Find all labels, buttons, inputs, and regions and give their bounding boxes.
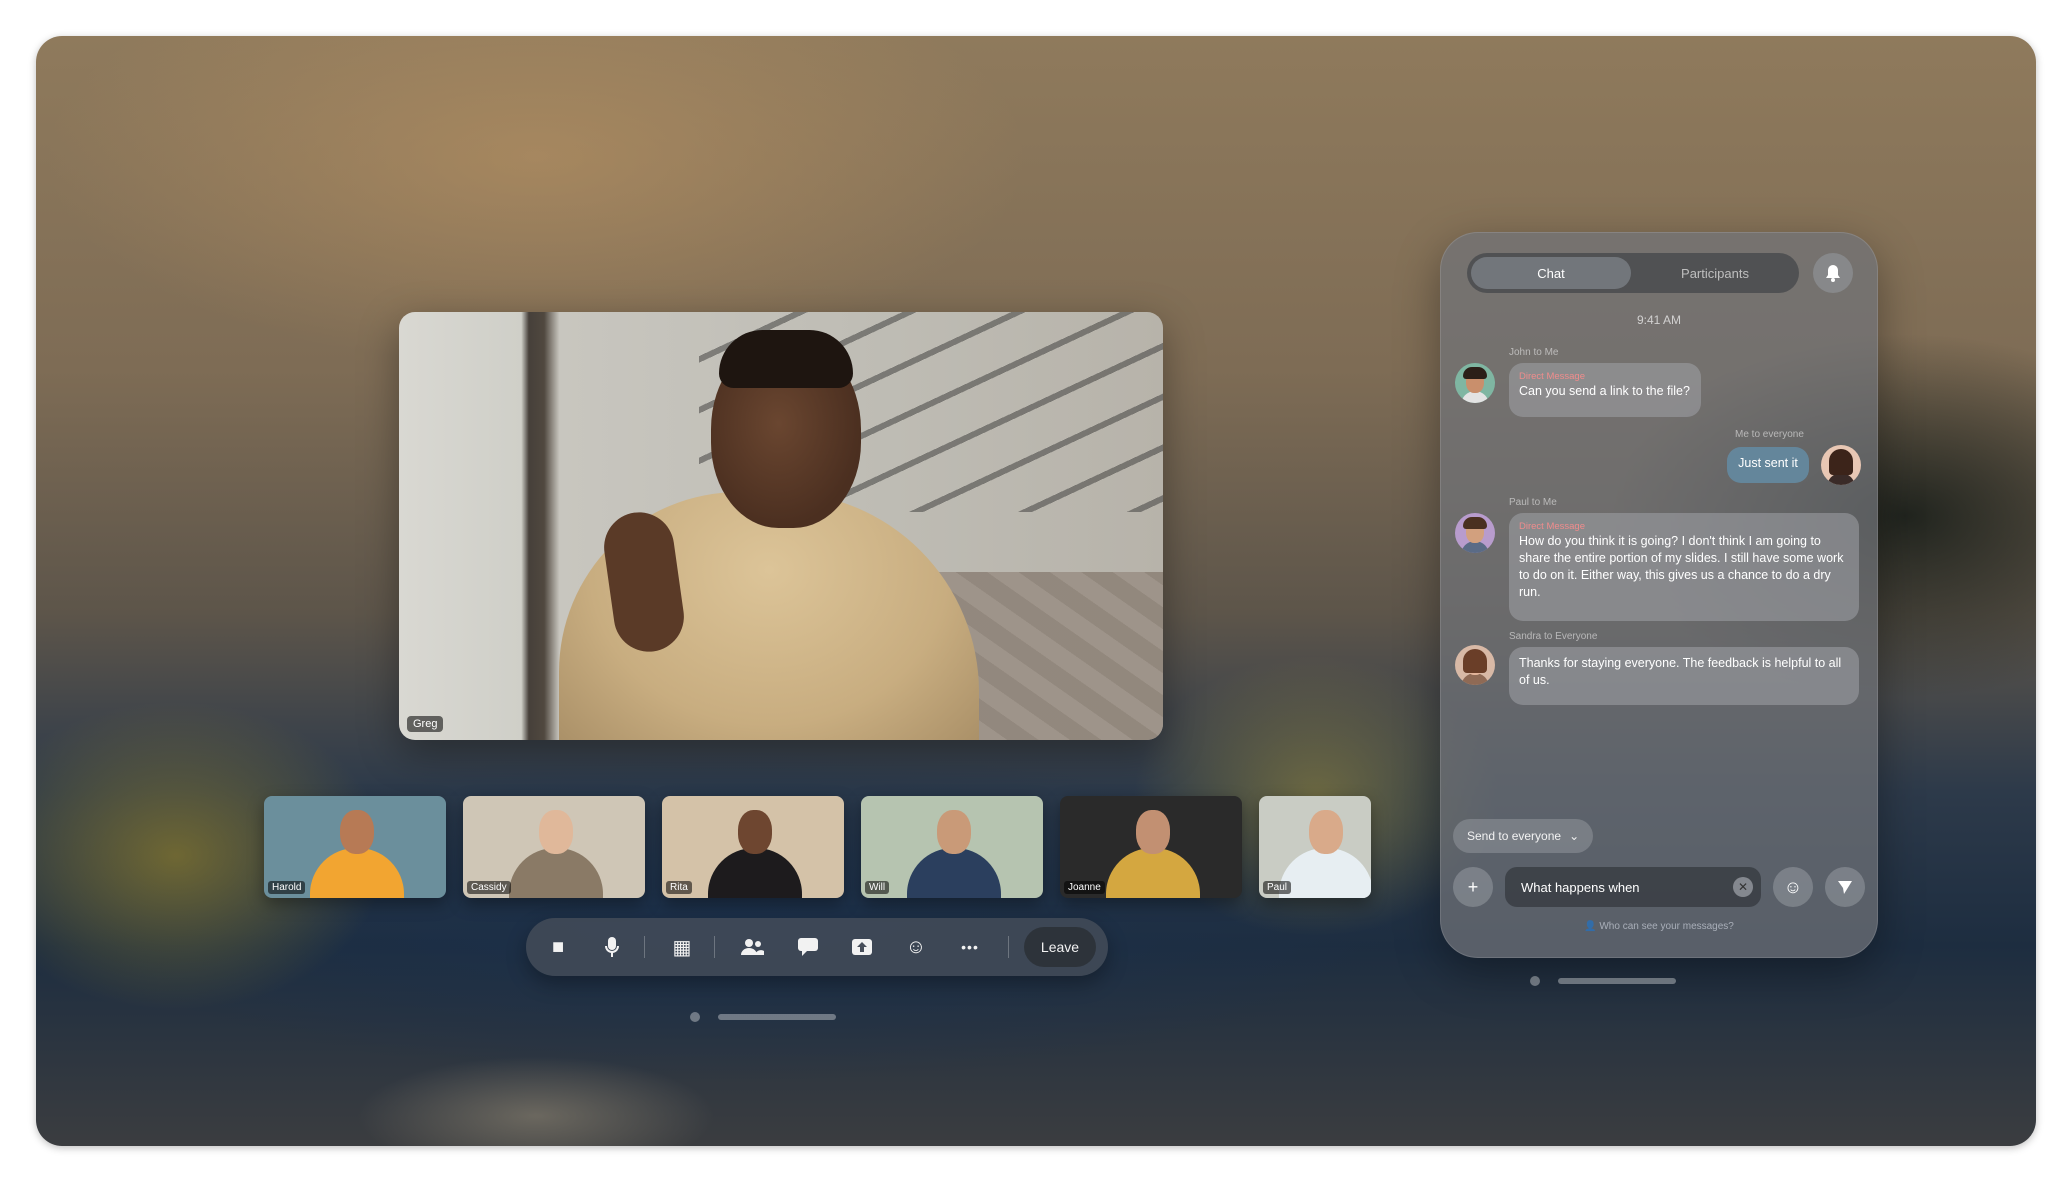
add-attachment-button[interactable]: +: [1453, 867, 1493, 907]
message-text: Can you send a link to the file?: [1519, 384, 1690, 398]
window-close-dot[interactable]: [1530, 976, 1540, 986]
active-speaker-video[interactable]: Greg: [399, 312, 1163, 740]
people-icon-svg: [741, 939, 764, 955]
emoji-reaction-icon[interactable]: ☺: [896, 927, 936, 967]
participant-face: [340, 810, 374, 854]
participant-torso: [310, 848, 404, 898]
participant-torso: [1279, 848, 1371, 898]
participant-face: [738, 810, 772, 854]
person-icon: 👤: [1584, 921, 1597, 932]
send-button[interactable]: [1825, 867, 1865, 907]
tab-chat[interactable]: Chat: [1471, 257, 1631, 289]
participant-torso: [907, 848, 1001, 898]
message-sender: Me to everyone: [1735, 429, 1804, 440]
chat-panel: Chat Participants 9:41 AM John to Me Dir…: [1440, 232, 1878, 958]
more-icon[interactable]: •••: [950, 927, 990, 967]
participant-name: Harold: [268, 881, 306, 894]
clear-input-button[interactable]: ✕: [1733, 877, 1753, 897]
message-sender: Sandra to Everyone: [1509, 631, 1598, 642]
spatial-environment: Greg Harold Cassidy Rita Will Joanne Pau…: [36, 36, 2036, 1146]
participant-torso: [708, 848, 802, 898]
participant-face: [539, 810, 573, 854]
avatar: [1821, 445, 1861, 485]
bell-icon-svg: [1826, 265, 1840, 282]
participant-face: [1136, 810, 1170, 854]
send-icon: [1838, 881, 1852, 894]
toolbar-divider: [1008, 936, 1009, 958]
privacy-text: Who can see your messages?: [1599, 921, 1734, 932]
avatar: [1455, 513, 1495, 553]
toolbar-divider: [714, 936, 715, 958]
toolbar-divider: [644, 936, 645, 958]
avatar-hair: [1463, 367, 1487, 379]
speaker-hair: [719, 330, 853, 388]
window-close-dot[interactable]: [690, 1012, 700, 1022]
participant-tile[interactable]: Cassidy: [463, 796, 645, 898]
call-controls-toolbar: ■ ▦ ☺ ••• Leave: [526, 918, 1108, 976]
chat-bubble-icon-svg: [798, 938, 818, 956]
message-bubble[interactable]: Direct Message Can you send a link to th…: [1509, 363, 1701, 417]
send-to-dropdown[interactable]: Send to everyone ⌄: [1453, 819, 1594, 853]
participant-face: [937, 810, 971, 854]
participant-tile[interactable]: Will: [861, 796, 1043, 898]
participant-name: Joanne: [1064, 881, 1105, 894]
microphone-icon[interactable]: [592, 927, 632, 967]
avatar: [1455, 363, 1495, 403]
participant-tile[interactable]: Rita: [662, 796, 844, 898]
clapper-icon[interactable]: ▦: [662, 927, 702, 967]
share-screen-icon-svg: [852, 939, 872, 955]
participant-tile[interactable]: Harold: [264, 796, 446, 898]
participant-name: Will: [865, 881, 890, 894]
chat-bubble-icon[interactable]: [788, 927, 828, 967]
emoji-icon: ☺: [1783, 876, 1803, 897]
message-input[interactable]: [1521, 867, 1725, 907]
chat-tab-switcher: Chat Participants: [1467, 253, 1799, 293]
chevron-down-icon: ⌄: [1569, 829, 1580, 843]
message-sender: Paul to Me: [1509, 497, 1557, 508]
message-input-container: ✕: [1505, 867, 1761, 907]
message-text: Thanks for staying everyone. The feedbac…: [1519, 656, 1842, 687]
avatar: [1455, 645, 1495, 685]
tab-participants[interactable]: Participants: [1635, 257, 1795, 289]
emoji-button[interactable]: ☺: [1773, 867, 1813, 907]
speaker-name-tag: Greg: [407, 716, 444, 732]
direct-message-label: Direct Message: [1519, 521, 1585, 532]
chat-timestamp: 9:41 AM: [1636, 313, 1682, 327]
video-camera-icon[interactable]: ■: [538, 927, 578, 967]
participant-tile[interactable]: Paul: [1259, 796, 1371, 898]
message-text: Just sent it: [1738, 456, 1798, 470]
participant-name: Paul: [1263, 881, 1292, 894]
message-bubble-mine[interactable]: Just sent it: [1727, 447, 1809, 483]
participant-name: Rita: [666, 881, 692, 894]
window-move-bar[interactable]: [718, 1014, 836, 1020]
participant-face: [1309, 810, 1343, 854]
avatar-hair: [1829, 449, 1853, 475]
share-screen-icon[interactable]: [842, 927, 882, 967]
direct-message-label: Direct Message: [1519, 371, 1585, 382]
window-move-bar[interactable]: [1558, 978, 1676, 984]
message-sender: John to Me: [1509, 347, 1559, 358]
participant-torso: [509, 848, 603, 898]
background-floor: [356, 1056, 716, 1146]
people-icon[interactable]: [732, 927, 772, 967]
avatar-hair: [1463, 649, 1487, 673]
bell-icon[interactable]: [1813, 253, 1853, 293]
message-bubble[interactable]: Thanks for staying everyone. The feedbac…: [1509, 647, 1859, 705]
send-to-label: Send to everyone: [1467, 829, 1562, 843]
message-bubble[interactable]: Direct Message How do you think it is go…: [1509, 513, 1859, 621]
microphone-icon-svg: [605, 937, 619, 957]
participant-name: Cassidy: [467, 881, 511, 894]
participant-torso: [1106, 848, 1200, 898]
avatar-hair: [1463, 517, 1487, 529]
window-grabber-main[interactable]: [690, 1012, 840, 1022]
window-grabber-chat[interactable]: [1530, 976, 1680, 986]
participant-tile[interactable]: Joanne: [1060, 796, 1242, 898]
leave-button[interactable]: Leave: [1024, 927, 1096, 967]
message-text: How do you think it is going? I don't th…: [1519, 534, 1844, 599]
plus-icon: +: [1467, 876, 1479, 897]
privacy-link[interactable]: 👤 Who can see your messages?: [1441, 921, 1877, 932]
close-icon: ✕: [1737, 880, 1749, 894]
